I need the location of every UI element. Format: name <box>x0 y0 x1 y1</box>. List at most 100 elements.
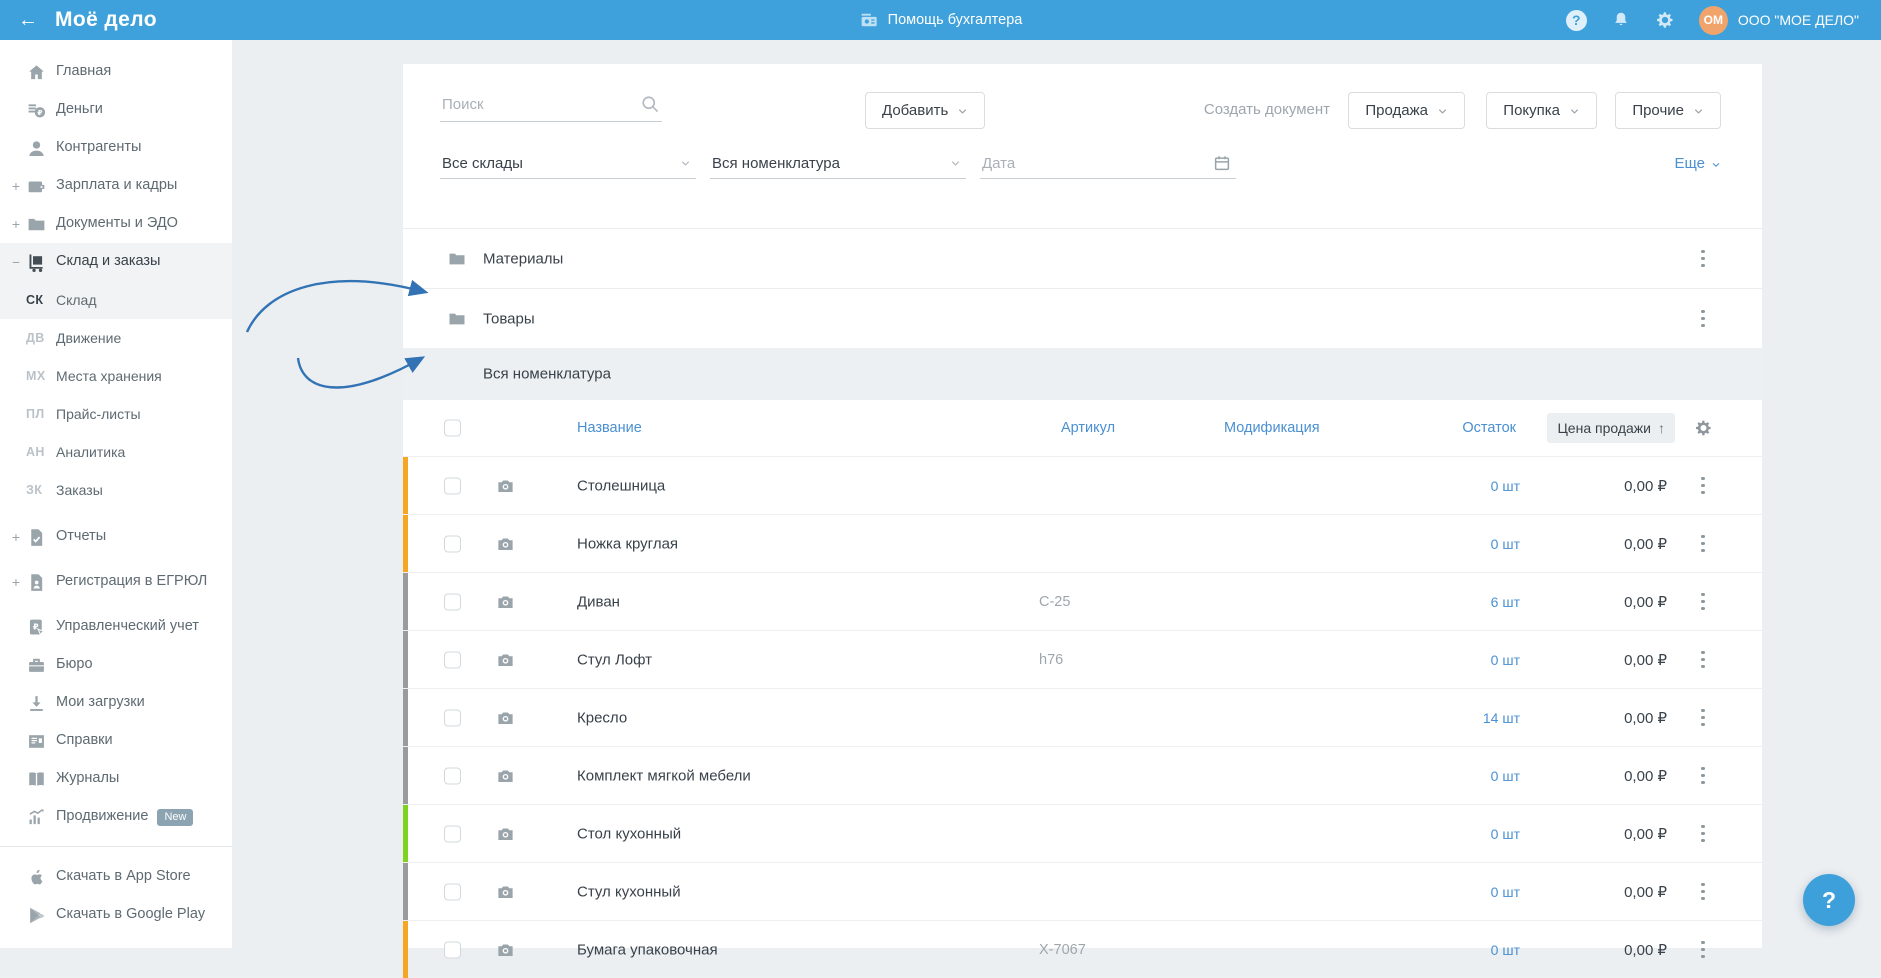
support-help-fab[interactable]: ? <box>1803 874 1855 926</box>
sidebar-item-app-store[interactable]: Скачать в App Store <box>0 858 232 896</box>
sidebar-item-dengi[interactable]: Деньги <box>0 91 232 129</box>
item-stock[interactable]: 0 шт <box>1491 478 1520 494</box>
row-menu-button[interactable] <box>1693 473 1713 499</box>
row-menu-button[interactable] <box>1693 705 1713 731</box>
calendar-icon[interactable] <box>1213 154 1231 172</box>
collapse-minus-marker[interactable]: − <box>9 254 23 270</box>
sidebar-item-google-play[interactable]: Скачать в Google Play <box>0 896 232 934</box>
item-stock[interactable]: 0 шт <box>1491 652 1520 668</box>
sidebar-subitem-mesta-hraneniya[interactable]: МХ Места хранения <box>0 357 232 395</box>
column-header-modification[interactable]: Модификация <box>1224 420 1320 436</box>
sidebar-item-zarplata[interactable]: + Зарплата и кадры <box>0 167 232 205</box>
sidebar-item-kontragenty[interactable]: Контрагенты <box>0 129 232 167</box>
expand-plus-marker[interactable]: + <box>9 574 23 590</box>
item-stock[interactable]: 0 шт <box>1491 536 1520 552</box>
row-menu-button[interactable] <box>1693 531 1713 557</box>
row-checkbox[interactable] <box>444 825 461 842</box>
column-settings-gear-icon[interactable] <box>1694 419 1713 438</box>
row-checkbox[interactable] <box>444 651 461 668</box>
item-name[interactable]: Стул кухонный <box>577 883 681 900</box>
row-menu-button[interactable] <box>1693 937 1713 963</box>
bell-icon[interactable] <box>1611 10 1631 30</box>
nomenclature-select[interactable]: Вся номенклатура <box>710 148 966 179</box>
more-filters-link[interactable]: Еще <box>1674 155 1721 172</box>
sidebar-item-glavnaya[interactable]: Главная <box>0 53 232 91</box>
item-name[interactable]: Кресло <box>577 709 627 726</box>
item-name[interactable]: Комплект мягкой мебели <box>577 767 751 784</box>
company-name[interactable]: ООО "МОЕ ДЕЛО" <box>1738 12 1859 28</box>
sidebar-item-sklad-i-zakazy[interactable]: − Склад и заказы <box>0 243 232 281</box>
row-checkbox[interactable] <box>444 477 461 494</box>
item-name[interactable]: Бумага упаковочная <box>577 941 718 958</box>
sidebar-item-otchety[interactable]: + Отчеты <box>0 518 232 556</box>
item-stock[interactable]: 0 шт <box>1491 942 1520 958</box>
purchase-button[interactable]: Покупка <box>1486 92 1597 129</box>
row-checkbox[interactable] <box>444 883 461 900</box>
row-menu-button[interactable] <box>1693 763 1713 789</box>
help-icon[interactable]: ? <box>1566 10 1587 31</box>
item-stock[interactable]: 0 шт <box>1491 768 1520 784</box>
sidebar-subitem-analitika[interactable]: АН Аналитика <box>0 433 232 471</box>
row-menu-button[interactable] <box>1693 647 1713 673</box>
item-name[interactable]: Ножка круглая <box>577 535 678 552</box>
item-stock[interactable]: 0 шт <box>1491 884 1520 900</box>
app-logo[interactable]: Моё дело <box>55 8 157 32</box>
row-checkbox[interactable] <box>444 535 461 552</box>
item-stock[interactable]: 6 шт <box>1491 594 1520 610</box>
sidebar-item-prodvizhenie[interactable]: Продвижение New <box>0 798 232 836</box>
add-button[interactable]: Добавить <box>865 92 985 129</box>
column-header-sku[interactable]: Артикул <box>1061 420 1115 436</box>
sidebar-subitem-zakazy[interactable]: ЗК Заказы <box>0 471 232 509</box>
sidebar-item-zhurnaly[interactable]: Журналы <box>0 760 232 798</box>
expand-plus-marker[interactable]: + <box>9 178 23 194</box>
back-arrow-icon[interactable]: ← <box>18 10 38 30</box>
gear-icon[interactable] <box>1655 10 1675 30</box>
sale-button[interactable]: Продажа <box>1348 92 1465 129</box>
folder-row-materialy[interactable]: Материалы <box>403 228 1762 288</box>
item-name[interactable]: Диван <box>577 593 620 610</box>
sidebar-item-registraciya-egryul[interactable]: + Регистрация в ЕГРЮЛ <box>0 556 232 608</box>
expand-plus-marker[interactable]: + <box>9 529 23 545</box>
column-header-stock[interactable]: Остаток <box>1462 420 1516 436</box>
sidebar-item-moi-zagruzki[interactable]: Мои загрузки <box>0 684 232 722</box>
date-field[interactable]: Дата <box>980 148 1236 179</box>
table-row[interactable]: Комплект мягкой мебели 0 шт 0,00 ₽ <box>403 746 1762 804</box>
folder-menu-button[interactable] <box>1693 246 1713 272</box>
folder-name[interactable]: Товары <box>483 310 535 327</box>
table-row[interactable]: Стул кухонный 0 шт 0,00 ₽ <box>403 862 1762 920</box>
search-icon[interactable] <box>640 94 660 114</box>
row-checkbox[interactable] <box>444 941 461 958</box>
warehouse-select[interactable]: Все склады <box>440 148 696 179</box>
sidebar-subitem-sklad[interactable]: СК Склад <box>0 281 232 319</box>
folder-menu-button[interactable] <box>1693 306 1713 332</box>
row-menu-button[interactable] <box>1693 589 1713 615</box>
column-header-name[interactable]: Название <box>577 420 642 436</box>
item-name[interactable]: Столешница <box>577 477 665 494</box>
table-row[interactable]: Ножка круглая 0 шт 0,00 ₽ <box>403 514 1762 572</box>
column-header-price-sorted[interactable]: Цена продажи ↑ <box>1547 413 1675 443</box>
table-row[interactable]: Стул Лофт h76 0 шт 0,00 ₽ <box>403 630 1762 688</box>
table-row[interactable]: Кресло 14 шт 0,00 ₽ <box>403 688 1762 746</box>
table-row[interactable]: Бумага упаковочная Х-7067 0 шт 0,00 ₽ <box>403 920 1762 978</box>
sidebar-subitem-dvizhenie[interactable]: ДВ Движение <box>0 319 232 357</box>
row-checkbox[interactable] <box>444 709 461 726</box>
sidebar-subitem-prajs-listy[interactable]: ПЛ Прайс-листы <box>0 395 232 433</box>
row-menu-button[interactable] <box>1693 821 1713 847</box>
table-row[interactable]: Диван С-25 6 шт 0,00 ₽ <box>403 572 1762 630</box>
avatar[interactable]: ОМ <box>1699 6 1728 35</box>
table-row[interactable]: Стол кухонный 0 шт 0,00 ₽ <box>403 804 1762 862</box>
accountant-help-button[interactable]: Помощь бухгалтера <box>859 10 1023 30</box>
row-checkbox[interactable] <box>444 593 461 610</box>
expand-plus-marker[interactable]: + <box>9 216 23 232</box>
search-input[interactable] <box>440 92 662 122</box>
folder-row-tovary[interactable]: Товары <box>403 288 1762 348</box>
other-button[interactable]: Прочие <box>1615 92 1721 129</box>
table-row[interactable]: Столешница 0 шт 0,00 ₽ <box>403 456 1762 514</box>
row-checkbox[interactable] <box>444 767 461 784</box>
item-stock[interactable]: 0 шт <box>1491 826 1520 842</box>
row-menu-button[interactable] <box>1693 879 1713 905</box>
item-name[interactable]: Стол кухонный <box>577 825 681 842</box>
select-all-checkbox[interactable] <box>444 420 461 437</box>
sidebar-item-byuro[interactable]: Бюро <box>0 646 232 684</box>
sidebar-item-upravlencheskij-uchet[interactable]: Управленческий учет <box>0 608 232 646</box>
